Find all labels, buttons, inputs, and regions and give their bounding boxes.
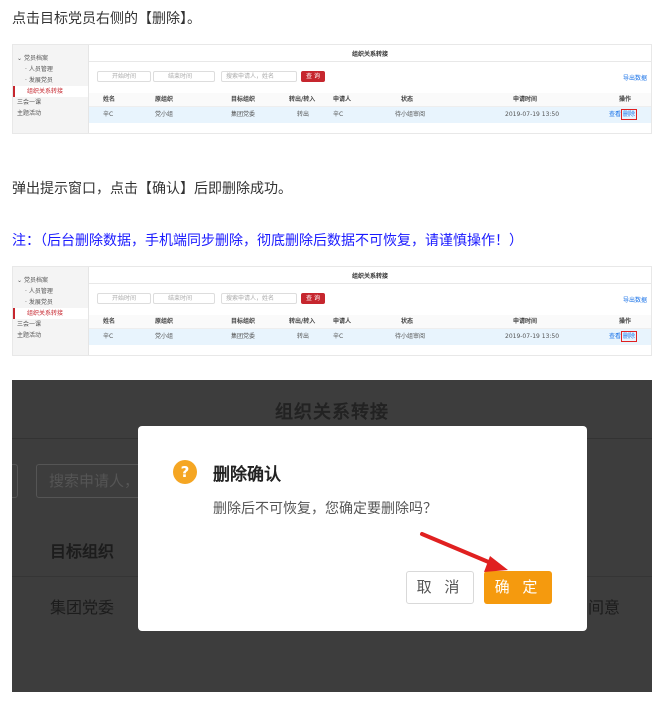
red-arrow-icon	[420, 532, 508, 572]
sidebar: ⌄ 党员档案 · 人员管理 · 发展党员 组织关系转接 三会一课 主题活动	[13, 267, 89, 355]
export-link[interactable]: 导出数据	[623, 73, 647, 82]
sidebar-item-active[interactable]: 组织关系转接	[13, 86, 88, 97]
screenshot-confirm-dialog: 组织关系转接 搜索申请人， 目标组织 集团党委 间意 ? 删除确认 删除后不可恢…	[12, 380, 652, 692]
delete-link[interactable]: 删除	[621, 331, 638, 342]
sidebar-item[interactable]: · 人员管理	[13, 64, 88, 75]
sidebar-item[interactable]: ⌄ 党员档案	[13, 53, 88, 64]
sidebar-item[interactable]: 三会一课	[13, 97, 88, 108]
delete-link[interactable]: 删除	[621, 109, 638, 120]
sidebar-item[interactable]: 主题活动	[13, 330, 88, 341]
sidebar-item[interactable]: ⌄ 党员档案	[13, 275, 88, 286]
sidebar-item[interactable]: 主题活动	[13, 108, 88, 119]
page-title: 组织关系转接	[351, 51, 388, 58]
sidebar-item[interactable]: · 发展党员	[13, 75, 88, 86]
table-row: 辛C 党小组 集团党委 转出 辛C 待小组审阅 2019-07-19 13:50…	[89, 107, 651, 123]
search-input[interactable]: 搜索申请人，姓名	[221, 71, 297, 82]
end-date-input[interactable]: 结束时间	[153, 71, 215, 82]
export-link[interactable]: 导出数据	[623, 295, 647, 304]
view-link[interactable]: 查看	[609, 107, 621, 123]
sidebar-item-active[interactable]: 组织关系转接	[13, 308, 88, 319]
screenshot-list-2: ⌄ 党员档案 · 人员管理 · 发展党员 组织关系转接 三会一课 主题活动 组织…	[12, 266, 652, 356]
table-row: 辛C 党小组 集团党委 转出 辛C 待小组审阅 2019-07-19 13:50…	[89, 329, 651, 345]
query-button[interactable]: 查 询	[301, 71, 325, 82]
table-header: 姓名 原组织 目标组织 转出/转入 申请人 状态 申请时间 操作	[89, 93, 651, 107]
start-date-input[interactable]: 开始时间	[97, 293, 151, 304]
sidebar-item[interactable]: · 人员管理	[13, 286, 88, 297]
table-header: 姓名 原组织 目标组织 转出/转入 申请人 状态 申请时间 操作	[89, 315, 651, 329]
query-button[interactable]: 查 询	[301, 293, 325, 304]
screenshot-list-1: ⌄ 党员档案 · 人员管理 · 发展党员 组织关系转接 三会一课 主题活动 组织…	[12, 44, 652, 134]
sidebar-item[interactable]: · 发展党员	[13, 297, 88, 308]
step2-text: 弹出提示窗口，点击【确认】后即删除成功。	[12, 181, 292, 197]
note-text: 注：（后台删除数据，手机端同步删除，彻底删除后数据不可恢复，请谨慎操作！）	[12, 233, 523, 249]
end-date-input[interactable]: 结束时间	[153, 293, 215, 304]
step1-text: 点击目标党员右侧的【删除】。	[12, 11, 201, 27]
sidebar: ⌄ 党员档案 · 人员管理 · 发展党员 组织关系转接 三会一课 主题活动	[13, 45, 89, 133]
start-date-input[interactable]: 开始时间	[97, 71, 151, 82]
sidebar-item[interactable]: 三会一课	[13, 319, 88, 330]
view-link[interactable]: 查看	[609, 329, 621, 345]
search-input[interactable]: 搜索申请人，姓名	[221, 293, 297, 304]
page-title: 组织关系转接	[351, 273, 388, 280]
